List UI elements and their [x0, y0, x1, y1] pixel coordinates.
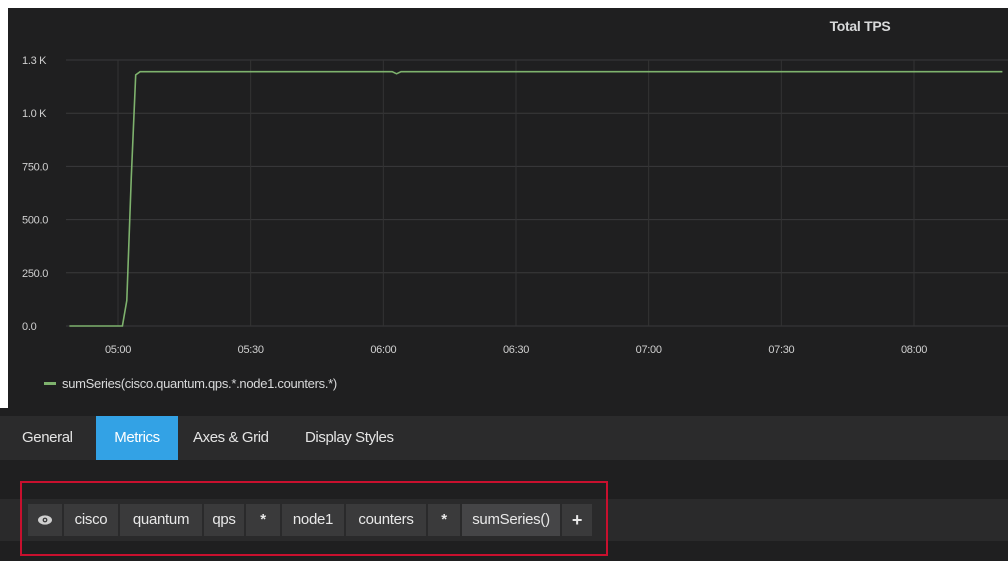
function-sumseries[interactable]: sumSeries()	[462, 504, 560, 536]
segment-quantum[interactable]: quantum	[120, 504, 202, 536]
line-chart: Total TPS 0.0 250.0 500.0 750.0 1.0 K 1.3 K 05:…	[22, 18, 1008, 356]
x-tick-label: 05:00	[105, 344, 131, 356]
editor-tabbar: General Metrics Axes & Grid Display Styl…	[0, 416, 1008, 460]
y-tick-label: 750.0	[22, 161, 48, 173]
segment-node1[interactable]: node1	[282, 504, 344, 536]
chart-title[interactable]: Total TPS	[830, 18, 891, 34]
segment-cisco[interactable]: cisco	[64, 504, 118, 536]
x-tick-label: 05:30	[238, 344, 264, 356]
graph-panel: Total TPS 0.0 250.0 500.0 750.0 1.0 K 1.3 K 05:…	[8, 8, 1008, 408]
segment-counters[interactable]: counters	[346, 504, 426, 536]
y-tick-label: 1.0 K	[22, 108, 47, 120]
y-tick-label: 250.0	[22, 268, 48, 280]
legend: sumSeries(cisco.quantum.qps.*.node1.coun…	[44, 376, 337, 391]
tab-metrics[interactable]: Metrics	[96, 416, 178, 460]
x-tick-label: 07:00	[636, 344, 662, 356]
x-tick-label: 06:00	[370, 344, 396, 356]
y-tick-label: 0.0	[22, 321, 37, 333]
x-tick-label: 07:30	[768, 344, 794, 356]
tab-axes-grid[interactable]: Axes & Grid	[193, 416, 269, 460]
y-tick-label: 500.0	[22, 215, 48, 227]
segment-qps[interactable]: qps	[204, 504, 244, 536]
tab-general[interactable]: General	[22, 416, 73, 460]
x-tick-label: 08:00	[901, 344, 927, 356]
legend-label[interactable]: sumSeries(cisco.quantum.qps.*.node1.coun…	[62, 376, 337, 391]
x-tick-label: 06:30	[503, 344, 529, 356]
query-row: cisco quantum qps * node1 counters * sum…	[0, 499, 1008, 541]
metrics-editor: General Metrics Axes & Grid Display Styl…	[0, 408, 1008, 561]
series-line[interactable]	[69, 70, 1003, 327]
legend-swatch	[44, 382, 56, 385]
y-tick-label: 1.3 K	[22, 55, 47, 67]
tab-display-styles[interactable]: Display Styles	[305, 416, 394, 460]
add-function-button[interactable]: +	[562, 504, 592, 536]
eye-icon	[38, 515, 52, 525]
segment-wildcard-2[interactable]: *	[428, 504, 460, 536]
toggle-visibility-button[interactable]	[28, 504, 62, 536]
segment-wildcard-1[interactable]: *	[246, 504, 280, 536]
